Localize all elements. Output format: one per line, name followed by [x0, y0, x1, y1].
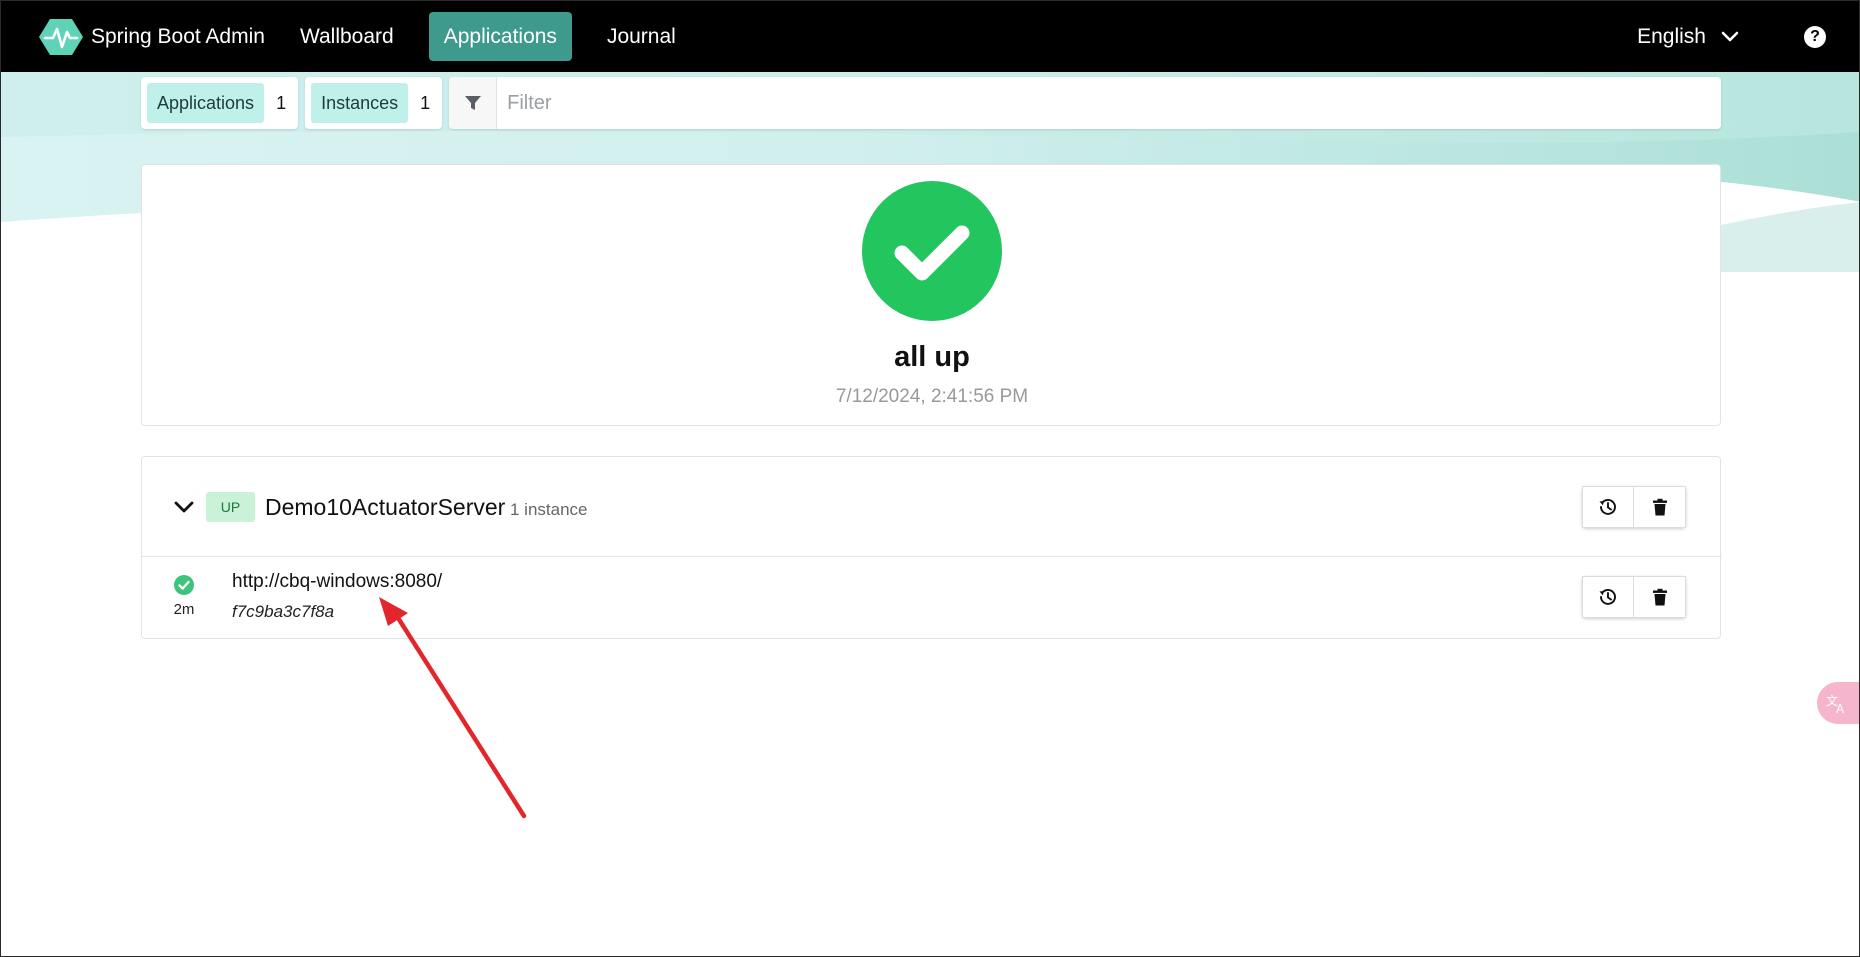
application-header[interactable]: UP Demo10ActuatorServer 1 instance: [142, 457, 1722, 557]
trash-icon: [1652, 588, 1667, 606]
delete-button[interactable]: [1634, 486, 1686, 528]
applications-count: 1: [276, 92, 287, 113]
chevron-down-icon: [1721, 31, 1739, 41]
filter-bar: Applications 1 Instances 1: [141, 77, 1721, 129]
filter-field: [449, 77, 1721, 129]
unregister-history-button[interactable]: [1582, 486, 1634, 528]
history-icon: [1599, 588, 1616, 605]
check-circle-icon: [174, 575, 194, 595]
status-card: all up 7/12/2024, 2:41:56 PM: [141, 164, 1721, 426]
help-icon[interactable]: ?: [1804, 25, 1826, 48]
instance-url[interactable]: http://cbq-windows:8080/: [232, 571, 442, 593]
language-selector[interactable]: English: [1637, 25, 1740, 49]
brand[interactable]: Spring Boot Admin: [39, 1, 265, 72]
instance-history-button[interactable]: [1582, 576, 1634, 618]
language-label: English: [1637, 24, 1706, 48]
instance-count: 1 instance: [510, 500, 588, 519]
translate-widget[interactable]: 文 A: [1817, 682, 1859, 724]
application-actions: [1582, 486, 1686, 528]
history-icon: [1599, 498, 1616, 515]
status-timestamp: 7/12/2024, 2:41:56 PM: [835, 386, 1029, 407]
nav-wallboard[interactable]: Wallboard: [285, 12, 409, 61]
instances-chip: Instances: [311, 83, 409, 123]
trash-icon: [1652, 498, 1667, 516]
brand-logo-icon: [39, 18, 83, 55]
instance-actions: [1582, 576, 1686, 618]
instance-uptime: 2m: [173, 601, 195, 618]
navbar-right: English ?: [1637, 1, 1859, 72]
instance-id: f7c9ba3c7f8a: [232, 602, 335, 621]
brand-name: Spring Boot Admin: [91, 24, 265, 48]
applications-chip: Applications: [147, 83, 265, 123]
check-circle-icon: [862, 181, 1002, 321]
filter-icon: [449, 77, 498, 129]
instances-counter[interactable]: Instances 1: [305, 77, 443, 129]
application-card: UP Demo10ActuatorServer 1 instance 2m ht…: [141, 456, 1722, 640]
svg-text:A: A: [1836, 702, 1845, 715]
applications-counter[interactable]: Applications 1: [141, 77, 299, 129]
nav-journal[interactable]: Journal: [592, 12, 691, 61]
instance-row[interactable]: 2m http://cbq-windows:8080/ f7c9ba3c7f8a: [142, 558, 1722, 640]
chevron-down-icon[interactable]: [172, 495, 196, 519]
filter-input[interactable]: [497, 77, 1721, 129]
application-name: Demo10ActuatorServer: [265, 494, 506, 520]
nav-applications[interactable]: Applications: [428, 12, 572, 61]
status-badge: UP: [206, 492, 255, 522]
instances-count: 1: [420, 92, 431, 113]
top-navbar: Spring Boot Admin Wallboard Applications…: [1, 1, 1859, 72]
instance-delete-button[interactable]: [1634, 576, 1686, 618]
status-title: all up: [894, 341, 970, 373]
app-window: Spring Boot Admin Wallboard Applications…: [0, 0, 1860, 957]
translate-icon: 文 A: [1826, 693, 1845, 715]
